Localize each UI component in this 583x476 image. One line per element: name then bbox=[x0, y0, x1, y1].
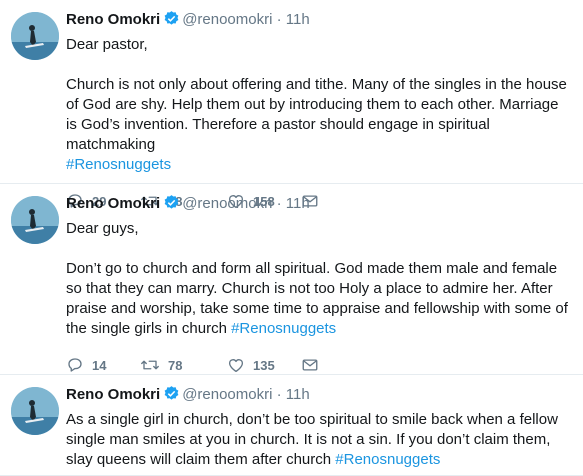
avatar[interactable] bbox=[11, 12, 59, 60]
message-icon bbox=[302, 359, 318, 371]
tweet-paragraph: Don’t go to church and form all spiritua… bbox=[66, 259, 573, 339]
display-name[interactable]: Reno Omokri bbox=[66, 195, 160, 212]
display-name[interactable]: Reno Omokri bbox=[66, 11, 160, 28]
avatar[interactable] bbox=[11, 387, 59, 435]
reply-button[interactable]: 14 bbox=[66, 356, 140, 374]
like-button[interactable]: 135 bbox=[227, 356, 301, 374]
separator-dot: · bbox=[276, 386, 282, 403]
like-icon bbox=[228, 359, 244, 373]
hashtag-link[interactable]: #Renosnuggets bbox=[66, 156, 171, 173]
tweet[interactable]: Reno Omokri @renoomokri · 11h Dear pastor… bbox=[0, 0, 583, 209]
tweet-text: Dear pastor, Church is not only about of… bbox=[66, 35, 573, 175]
tweet-paragraph-text: As a single girl in church, don’t be too… bbox=[66, 411, 558, 468]
tweet-header: Reno Omokri @renoomokri · 11h bbox=[66, 194, 573, 217]
tweet-paragraph: Church is not only about offering and ti… bbox=[66, 75, 573, 175]
tweet-paragraph: As a single girl in church, don’t be too… bbox=[66, 410, 573, 470]
tweet[interactable]: Reno Omokri @renoomokri · 11h Dear guys, … bbox=[0, 184, 583, 375]
timestamp[interactable]: 11h bbox=[286, 195, 310, 212]
avatar[interactable] bbox=[11, 196, 59, 244]
separator-dot: · bbox=[276, 11, 282, 28]
verified-badge-icon bbox=[163, 10, 180, 33]
reply-count: 14 bbox=[92, 357, 107, 373]
user-handle[interactable]: @renoomokri bbox=[182, 386, 272, 403]
retweet-count: 78 bbox=[168, 357, 183, 373]
timestamp[interactable]: 11h bbox=[286, 386, 310, 403]
tweet-text: Dear guys, Don’t go to church and form a… bbox=[66, 219, 573, 339]
timestamp[interactable]: 11h bbox=[286, 11, 310, 28]
user-handle[interactable]: @renoomokri bbox=[182, 11, 272, 28]
tweet-header: Reno Omokri @renoomokri · 11h bbox=[66, 10, 573, 33]
tweet-paragraph: Dear guys, bbox=[66, 220, 139, 237]
display-name[interactable]: Reno Omokri bbox=[66, 386, 160, 403]
tweet-text: As a single girl in church, don’t be too… bbox=[66, 410, 573, 470]
user-handle[interactable]: @renoomokri bbox=[182, 195, 272, 212]
reply-icon bbox=[68, 358, 82, 372]
verified-badge-icon bbox=[163, 194, 180, 217]
verified-badge-icon bbox=[163, 385, 180, 408]
retweet-button[interactable]: 78 bbox=[140, 356, 227, 374]
tweet-paragraph-text: Church is not only about offering and ti… bbox=[66, 76, 567, 153]
separator-dot: · bbox=[276, 195, 282, 212]
retweet-icon bbox=[141, 360, 159, 370]
like-count: 135 bbox=[253, 357, 275, 373]
hashtag-link[interactable]: #Renosnuggets bbox=[335, 451, 440, 468]
tweet[interactable]: Reno Omokri @renoomokri · 11h As a single… bbox=[0, 375, 583, 476]
tweet-paragraph: Dear pastor, bbox=[66, 36, 148, 53]
hashtag-link[interactable]: #Renosnuggets bbox=[231, 320, 336, 337]
direct-message-button[interactable] bbox=[301, 356, 319, 374]
tweet-header: Reno Omokri @renoomokri · 11h bbox=[66, 385, 573, 408]
